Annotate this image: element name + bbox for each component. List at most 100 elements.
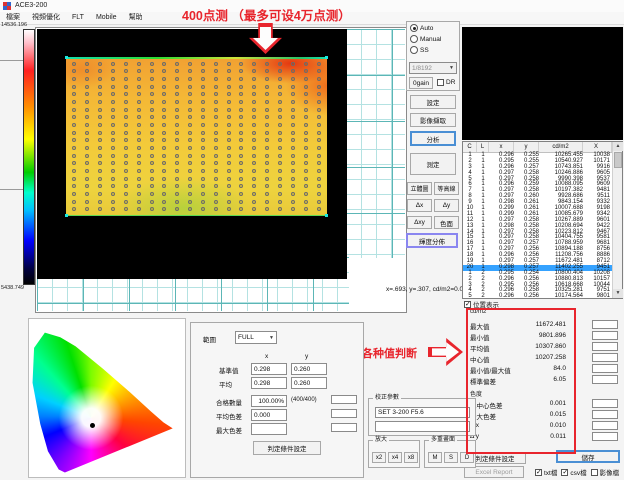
dr-checkbox[interactable]: DR [437,79,455,86]
stat-row: Δ y0.011 [464,432,624,443]
measurement-point [124,177,128,181]
shutter-select[interactable]: 1/8192 ▼ [409,62,457,74]
checkbox-icon [591,469,598,476]
zoom-button-x2[interactable]: x2 [372,452,386,463]
measurement-point [201,192,205,196]
measurement-point [214,169,218,173]
measurement-point [227,92,231,96]
avg-diff-label: 平均色差 [216,411,242,421]
measurement-point [124,100,128,104]
measurement-point [317,92,321,96]
measurement-point [150,108,154,112]
reference-x-field[interactable]: 0.298 [251,363,287,375]
measurement-point [85,131,89,135]
roi-corner-handle[interactable] [65,56,68,59]
measurement-point [239,131,243,135]
measurement-point [72,169,76,173]
measure-button[interactable]: 測定 [410,153,456,175]
measurement-point [85,146,89,150]
menu-item[interactable]: 幫助 [123,12,149,24]
measurement-point [304,154,308,158]
stereo-button[interactable]: 立體圖 [407,182,432,195]
measurement-canvas[interactable]: x=.693, y=.307, cd/m2=0.000 [35,27,407,313]
checkbox-icon [535,469,542,476]
measurement-point [124,192,128,196]
range-select[interactable]: FULL ▼ [235,331,277,344]
measurement-point [111,138,115,142]
measurement-point [214,100,218,104]
measurement-point [111,123,115,127]
calibration-value-field[interactable]: SET 3-200 F5.6 [375,407,470,418]
analyze-button[interactable]: 分析 [410,131,456,146]
capture-mode-radio[interactable]: SS [410,45,459,55]
measurement-point [214,115,218,119]
roi-corner-handle[interactable] [65,214,68,217]
delta-y-button[interactable]: Δy [434,199,459,212]
delta-xy-button[interactable]: Δxy [407,216,432,229]
delta-x-button[interactable]: Δx [407,199,432,212]
measurement-point [85,207,89,211]
measurement-point [317,77,321,81]
table-scrollbar[interactable]: ▲ ▼ [612,142,622,298]
file-format-checkbox[interactable]: txt檔 [535,467,557,477]
judgement-result-box [592,375,618,384]
scroll-up-icon[interactable]: ▲ [613,142,623,151]
average-y-field[interactable]: 0.260 [291,377,327,389]
measurement-point [72,100,76,104]
measurement-point [201,62,205,66]
setting-button[interactable]: 設定 [410,95,456,109]
capture-mode-radio[interactable]: Manual [410,34,459,44]
multi-screen-button-m[interactable]: M [428,452,442,463]
measurement-point [291,100,295,104]
measurement-point [85,62,89,66]
reference-y-field[interactable]: 0.260 [291,363,327,375]
menu-item[interactable]: 視頻優化 [26,12,66,24]
measurement-point [291,161,295,165]
luminance-heatmap[interactable] [66,57,327,216]
measurement-point [98,146,102,150]
file-format-label: csv檔 [570,467,586,477]
scroll-down-icon[interactable]: ▼ [613,289,623,298]
judge-condition-button-middle[interactable]: 判定條件設定 [253,441,321,455]
measurement-point [150,146,154,150]
multi-screen-button-s[interactable]: S [444,452,458,463]
roi-corner-handle[interactable] [325,214,328,217]
luminance-dist-button[interactable]: 輝度分佈 [406,233,458,248]
measurement-point [111,154,115,158]
measurement-point [188,115,192,119]
measurement-point [150,85,154,89]
position-display-checkbox[interactable]: 位置表示 [464,299,499,309]
menu-item[interactable]: FLT [66,12,90,24]
zoom-button-x8[interactable]: x8 [404,452,418,463]
file-format-checkbox[interactable]: csv檔 [561,467,586,477]
color-face-button[interactable]: 色面 [434,216,459,229]
image-capture-button[interactable]: 影像擷取 [410,113,456,127]
measurement-point [98,62,102,66]
measurement-point [188,131,192,135]
measurement-point [227,169,231,173]
measurement-point [214,177,218,181]
measurement-point [111,146,115,150]
judgement-result-box [592,353,618,362]
roi-corner-handle[interactable] [325,56,328,59]
measurement-point [265,138,269,142]
stat-row: 最大值11672.481 [464,320,624,331]
result-table[interactable]: CLxycd/m2X 110.2960.25510265.45510038210… [462,141,623,299]
capture-mode-radio[interactable]: Auto [410,23,459,33]
measurement-point [162,161,166,165]
gain-button[interactable]: 0gain [409,77,433,89]
calibration-empty-field[interactable] [375,421,470,432]
menu-item[interactable]: Mobile [90,12,123,24]
measurement-point [175,200,179,204]
file-format-checkbox[interactable]: 影像檔 [591,467,620,477]
measurement-point [175,131,179,135]
measurement-point [252,77,256,81]
zoom-button-x4[interactable]: x4 [388,452,402,463]
contour-button[interactable]: 等高線 [434,182,459,195]
measurement-point [72,62,76,66]
scroll-thumb[interactable] [614,152,622,168]
measurement-point [124,184,128,188]
multi-screen-button-d[interactable]: D [460,452,474,463]
average-x-field[interactable]: 0.298 [251,377,287,389]
save-button[interactable]: 儲存 [556,450,620,463]
